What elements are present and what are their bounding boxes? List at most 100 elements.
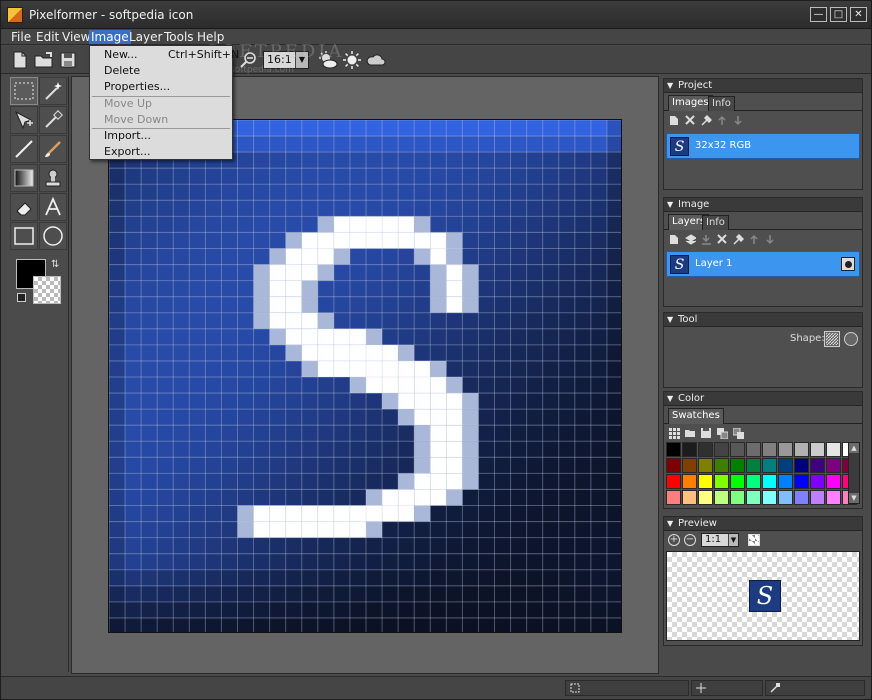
collapse-arrow-icon[interactable]: ▼	[667, 313, 673, 327]
move-layer-up-icon[interactable]	[748, 233, 760, 245]
tool-panel-header[interactable]: ▼ Tool	[664, 313, 862, 327]
preview-panel-header[interactable]: ▼ Preview	[664, 517, 862, 531]
collapse-arrow-icon[interactable]: ▼	[667, 79, 673, 93]
image-properties-icon[interactable]	[700, 114, 712, 126]
color-swatch[interactable]	[698, 442, 713, 457]
move-image-down-icon[interactable]	[732, 114, 744, 126]
line-tool-icon[interactable]	[10, 135, 38, 163]
color-swatch[interactable]	[746, 458, 761, 473]
scroll-down-icon[interactable]: ▼	[849, 493, 859, 503]
color-swatch[interactable]	[682, 490, 697, 505]
color-swatch[interactable]	[794, 474, 809, 489]
color-swatch[interactable]	[666, 442, 681, 457]
color-swatch[interactable]	[682, 474, 697, 489]
move-layer-down-icon[interactable]	[764, 233, 776, 245]
shape-circle-icon[interactable]	[844, 332, 858, 346]
chevron-down-icon[interactable]: ▼	[728, 534, 738, 546]
menu-item-properties[interactable]: Properties...	[104, 80, 170, 94]
open-folder-icon[interactable]	[33, 50, 55, 70]
menu-edit[interactable]: Edit	[34, 30, 61, 44]
image-panel-header[interactable]: ▼ Image	[664, 198, 862, 212]
tab-images[interactable]: Images	[668, 95, 713, 111]
maximize-button[interactable]: □	[830, 7, 847, 22]
magic-wand-icon[interactable]	[39, 77, 67, 105]
save-icon[interactable]	[57, 50, 79, 70]
pixel-canvas[interactable]	[108, 119, 622, 633]
color-swatch[interactable]	[730, 458, 745, 473]
color-swatch[interactable]	[666, 458, 681, 473]
cloud-icon[interactable]	[365, 50, 387, 70]
color-swatch[interactable]	[826, 442, 841, 457]
color-swatch[interactable]	[714, 442, 729, 457]
tab-image-info[interactable]: Info	[702, 215, 729, 230]
background-color-swatch[interactable]	[33, 276, 61, 304]
menu-item-export[interactable]: Export...	[104, 145, 151, 159]
menu-image[interactable]: Image	[89, 30, 131, 44]
remove-swatch-icon[interactable]	[732, 427, 744, 439]
rectangle-shape-icon[interactable]	[10, 222, 38, 250]
brush-icon[interactable]	[39, 135, 67, 163]
gradient-tool-icon[interactable]	[10, 164, 38, 192]
color-swatch[interactable]	[794, 490, 809, 505]
color-swatch[interactable]	[698, 490, 713, 505]
collapse-arrow-icon[interactable]: ▼	[667, 198, 673, 212]
color-swatch[interactable]	[778, 458, 793, 473]
layer-list-item[interactable]: S Layer 1	[666, 251, 860, 277]
preview-zoom-select[interactable]: 1:1 ▼	[701, 533, 739, 547]
delete-image-icon[interactable]	[684, 114, 696, 126]
color-swatch[interactable]	[826, 474, 841, 489]
color-swatch[interactable]	[698, 474, 713, 489]
color-swatch[interactable]	[810, 458, 825, 473]
color-swatch[interactable]	[810, 490, 825, 505]
duplicate-layer-icon[interactable]	[684, 233, 696, 245]
color-swatch[interactable]	[762, 490, 777, 505]
new-layer-icon[interactable]	[668, 233, 680, 245]
menu-layer[interactable]: Layer	[127, 30, 164, 44]
collapse-arrow-icon[interactable]: ▼	[667, 517, 673, 531]
save-swatches-icon[interactable]	[700, 427, 712, 439]
eyedropper-icon[interactable]	[39, 106, 67, 134]
move-tool-icon[interactable]	[10, 106, 38, 134]
tab-swatches[interactable]: Swatches	[668, 408, 724, 424]
color-swatch[interactable]	[682, 458, 697, 473]
project-panel-header[interactable]: ▼ Project	[664, 79, 862, 93]
color-swatch[interactable]	[778, 442, 793, 457]
color-swatch[interactable]	[714, 474, 729, 489]
collapse-arrow-icon[interactable]: ▼	[667, 392, 673, 406]
color-swatch[interactable]	[698, 458, 713, 473]
color-swatch[interactable]	[730, 490, 745, 505]
open-swatches-icon[interactable]	[684, 427, 696, 439]
color-swatch[interactable]	[810, 442, 825, 457]
color-swatch[interactable]	[730, 474, 745, 489]
color-swatch[interactable]	[666, 474, 681, 489]
scroll-up-icon[interactable]: ▲	[849, 443, 859, 453]
rectangle-select-tool[interactable]	[10, 77, 38, 105]
menu-item-new[interactable]: New... Ctrl+Shift+N	[104, 48, 239, 62]
text-tool-icon[interactable]	[39, 193, 67, 221]
color-swatch[interactable]	[746, 490, 761, 505]
minimize-button[interactable]: —	[810, 7, 827, 22]
color-swatch[interactable]	[762, 474, 777, 489]
color-swatch[interactable]	[794, 458, 809, 473]
preview-zoom-in-icon[interactable]: +	[668, 534, 680, 546]
reset-colors-icon[interactable]	[17, 293, 26, 302]
ellipse-shape-icon[interactable]	[39, 222, 67, 250]
color-swatch[interactable]	[778, 490, 793, 505]
color-swatch[interactable]	[762, 458, 777, 473]
swatch-scrollbar[interactable]: ▲ ▼	[848, 442, 860, 504]
eraser-icon[interactable]	[10, 193, 38, 221]
color-swatch[interactable]	[714, 490, 729, 505]
move-image-up-icon[interactable]	[716, 114, 728, 126]
delete-layer-icon[interactable]	[716, 233, 728, 245]
color-swatch[interactable]	[746, 442, 761, 457]
color-panel-header[interactable]: ▼ Color	[664, 392, 862, 406]
preview-zoom-out-icon[interactable]: −	[684, 534, 696, 546]
color-swatch[interactable]	[826, 458, 841, 473]
add-swatch-icon[interactable]	[716, 427, 728, 439]
color-swatch[interactable]	[762, 442, 777, 457]
swap-colors-icon[interactable]: ⇅	[51, 259, 59, 270]
menu-item-import[interactable]: Import...	[104, 129, 151, 143]
color-swatch[interactable]	[666, 490, 681, 505]
color-swatch[interactable]	[730, 442, 745, 457]
image-list-item[interactable]: S 32x32 RGB	[666, 133, 860, 159]
